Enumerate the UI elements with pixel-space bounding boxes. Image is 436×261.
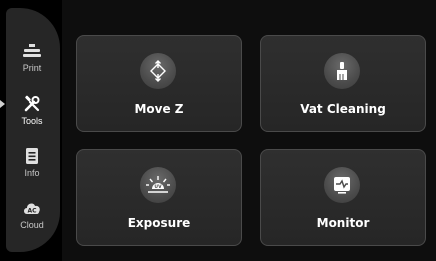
svg-text:AC: AC — [27, 208, 37, 215]
sidebar-item-print[interactable]: Print — [10, 40, 54, 84]
vat-cleaning-card[interactable]: Vat Cleaning — [260, 35, 426, 132]
tools-icon — [21, 93, 43, 115]
move-z-card[interactable]: Move Z — [76, 35, 242, 132]
card-title: Monitor — [316, 216, 370, 230]
sidebar: Print Tools Info AC Cloud — [0, 0, 62, 261]
cloud-icon: AC — [21, 197, 43, 219]
card-title: Move Z — [134, 102, 184, 116]
monitor-card[interactable]: Monitor — [260, 149, 426, 246]
move-arrows-icon — [140, 53, 176, 89]
sidebar-item-tools[interactable]: Tools — [10, 93, 54, 137]
sidebar-item-label: Print — [22, 63, 42, 73]
monitor-icon — [324, 167, 360, 203]
sidebar-item-label: Info — [24, 168, 40, 178]
uv-text: UV — [154, 184, 162, 190]
sidebar-item-info[interactable]: Info — [10, 145, 54, 189]
card-title: Vat Cleaning — [300, 102, 386, 116]
brush-icon — [324, 53, 360, 89]
document-icon — [21, 145, 43, 167]
uv-sun-icon: UV — [140, 167, 176, 203]
sidebar-item-cloud[interactable]: AC Cloud — [10, 197, 54, 241]
card-title: Exposure — [127, 216, 191, 230]
sidebar-item-label: Cloud — [20, 220, 44, 230]
active-indicator-arrow — [0, 100, 5, 108]
printer-icon — [21, 40, 43, 62]
exposure-card[interactable]: UV Exposure — [76, 149, 242, 246]
sidebar-item-label: Tools — [21, 116, 43, 126]
